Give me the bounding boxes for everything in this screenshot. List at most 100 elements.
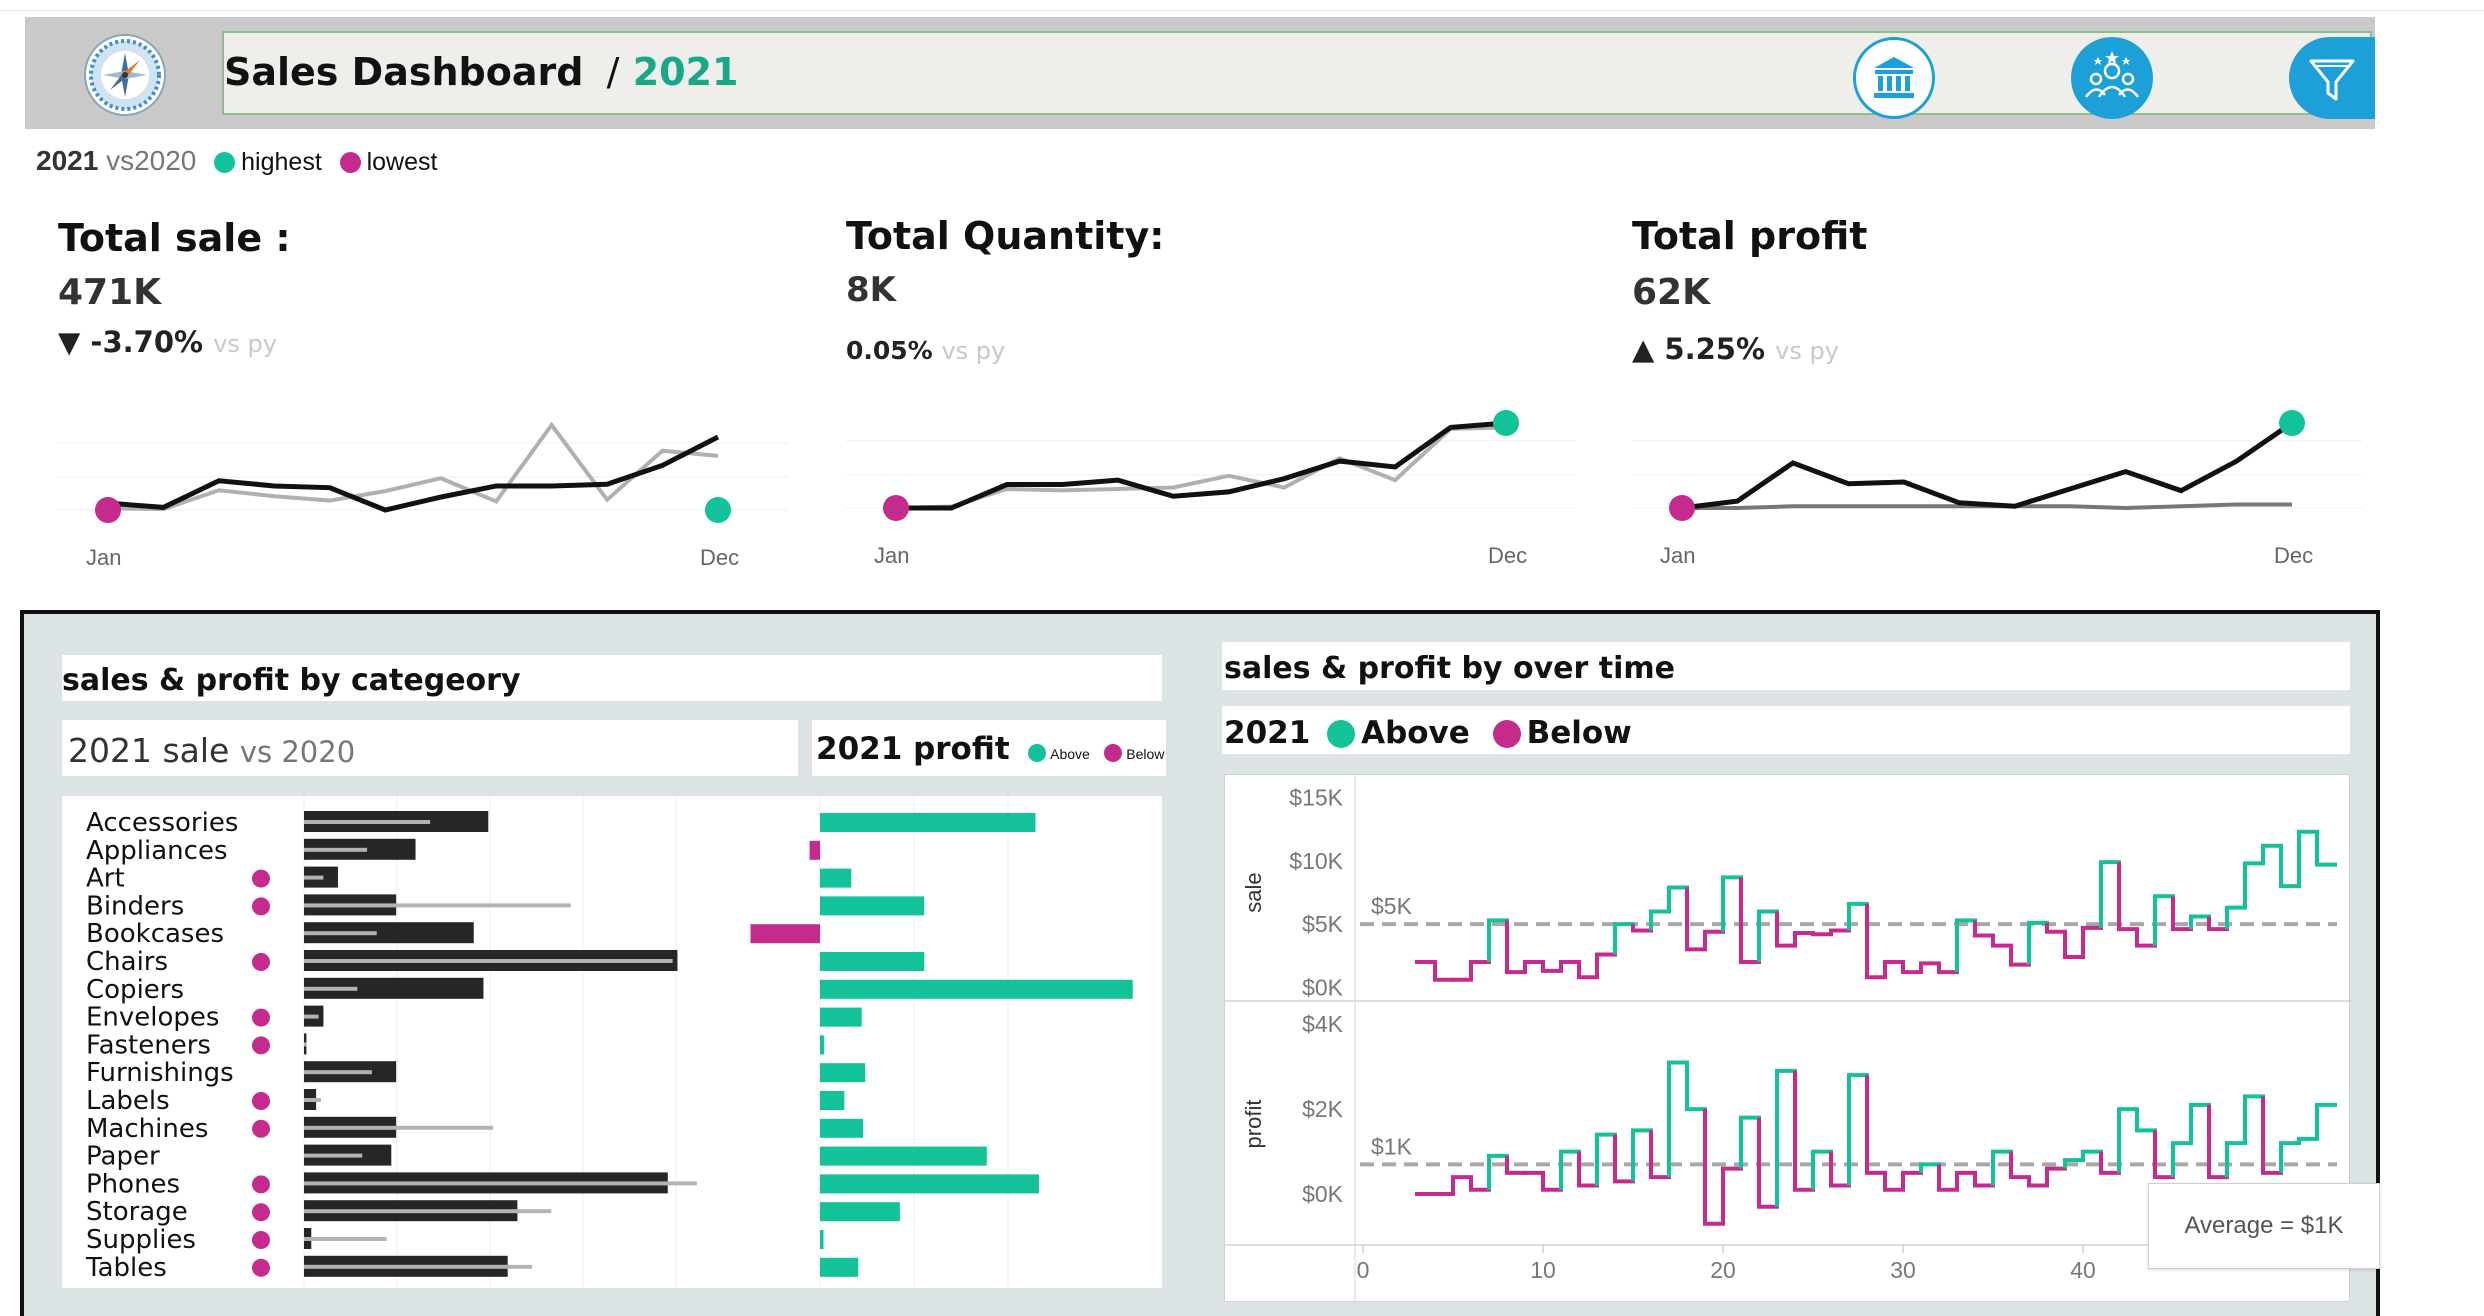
x-tick-label: 20 [1710, 1257, 1736, 1283]
category-label: Fasteners [86, 1030, 211, 1060]
x-tick-label: 40 [2070, 1257, 2096, 1283]
y-tick-label: $10K [1289, 848, 1343, 874]
month-start: Jan [1660, 543, 1696, 568]
legend-vs: vs2020 [106, 145, 197, 176]
kpi-change-value: 0.05% [846, 336, 933, 365]
lowest-marker [1669, 495, 1695, 521]
people-button[interactable] [2071, 37, 2153, 119]
prior-sale-bar [304, 1014, 319, 1019]
prior-sale-bar [304, 820, 431, 824]
highest-marker [1493, 410, 1519, 436]
legend-lowest: lowest [366, 148, 438, 176]
time-legend-year: 2021 [1224, 715, 1311, 751]
profit-bar [820, 1063, 866, 1083]
prior-sale-bar [304, 959, 673, 963]
category-label: Binders [86, 891, 184, 921]
time-section-title: sales & profit by over time [1224, 651, 1675, 686]
top-divider [0, 10, 2484, 11]
filter-button[interactable] [2289, 37, 2375, 119]
month-end: Dec [2274, 543, 2314, 568]
page-title: Sales Dashboard / 2021 [224, 50, 738, 94]
category-label: Appliances [86, 836, 228, 866]
profit-subtitle: 2021 profit Above Below [816, 731, 1164, 767]
x-tick-label: 30 [1890, 1257, 1916, 1283]
category-label: Accessories [86, 808, 238, 838]
kpi-vs-label: vs py [941, 337, 1006, 365]
prior-sale-bar [304, 1264, 532, 1269]
profit-subtitle-label: 2021 profit [816, 731, 1010, 767]
current-year-line [107, 434, 720, 513]
kpi-change: 0.05% vs py [846, 336, 1005, 365]
legend-highest: highest [241, 148, 322, 176]
prior-sale-bar [304, 986, 358, 991]
below-prior-marker [252, 1175, 270, 1194]
title-label: Sales Dashboard [224, 50, 584, 94]
category-title-box: sales & profit by categeory [62, 655, 1162, 701]
x-tick-label: 0 [1357, 1257, 1370, 1283]
below-prior-marker [252, 897, 270, 916]
category-label: Supplies [86, 1225, 196, 1255]
profit-bar [820, 1035, 825, 1055]
top-legend: 2021 vs2020 highest lowest [36, 145, 437, 177]
prior-sale-bar [304, 1209, 552, 1214]
profit-bar [820, 1118, 864, 1138]
y-tick-label: $5K [1302, 911, 1344, 937]
profit-bar [820, 1202, 900, 1222]
kpi-value: 471K [58, 272, 162, 313]
profit-bar [820, 979, 1133, 999]
category-label: Machines [86, 1114, 208, 1144]
category-label: Paper [86, 1142, 160, 1172]
kpi-title: Total profit [1632, 214, 1868, 258]
kpi-value: 8K [846, 270, 897, 310]
prior-sale-bar [304, 875, 324, 880]
filter-icon [2309, 59, 2355, 101]
profit-sparkline [1632, 410, 2362, 521]
prior-sale-bar [304, 1237, 387, 1241]
prior-sale-bar [304, 1125, 494, 1130]
highest-marker [2279, 410, 2305, 436]
category-label: Labels [86, 1086, 170, 1116]
sale-subtitle-year: 2021 sale [68, 731, 230, 770]
below-prior-marker [252, 1036, 270, 1055]
lowest-dot [339, 152, 361, 173]
y-tick-label: $0K [1302, 974, 1344, 1000]
compass-icon[interactable] [80, 30, 170, 120]
below-prior-marker [252, 1008, 270, 1027]
highest-marker [705, 497, 731, 523]
current-year-line [1681, 420, 2294, 511]
profit-bar [820, 1230, 824, 1249]
highest-dot [214, 152, 236, 173]
below-prior-marker [252, 953, 270, 971]
kpi-change: ▼ -3.70% vs py [58, 325, 277, 359]
below-prior-marker [252, 1203, 270, 1222]
prior-sale-bar [304, 1153, 363, 1158]
month-start: Jan [874, 543, 910, 568]
title-year: 2021 [632, 50, 739, 94]
kpi-total-sale: Total sale : 471K ▼ -3.70% vs py Jan Dec [58, 210, 788, 580]
category-label: Art [86, 864, 125, 894]
below-small-label: Below [1126, 746, 1165, 762]
time-above-dot [1327, 720, 1356, 748]
kpi-change-value: 5.25% [1664, 332, 1766, 366]
prior-sale-bar [304, 1098, 321, 1102]
y-tick-label: $15K [1289, 785, 1343, 811]
people-icon [2084, 51, 2140, 98]
kpi-total-profit: Total profit 62K ▲ 5.25% vs py Jan Dec [1632, 210, 2362, 580]
category-label: Storage [86, 1197, 188, 1227]
time-legend-box: 2021 Above Below [1222, 706, 2350, 754]
below-prior-marker [252, 1092, 270, 1110]
profit-bar [820, 1174, 1039, 1194]
bank-button[interactable] [1853, 37, 1935, 119]
y-tick-label: $2K [1302, 1096, 1344, 1122]
category-label: Copiers [86, 975, 184, 1005]
profit-bar [820, 1257, 859, 1277]
prior-year-line [107, 421, 719, 512]
profit-bar [820, 1146, 987, 1166]
profit-bar [820, 1007, 862, 1027]
sale-subtitle: 2021 sale vs 2020 [68, 731, 355, 770]
kpi-value: 62K [1632, 272, 1710, 313]
kpi-title: Total Quantity: [846, 214, 1165, 258]
profit-bar [750, 924, 820, 944]
below-dot [1104, 744, 1123, 762]
lowest-marker [95, 497, 121, 523]
